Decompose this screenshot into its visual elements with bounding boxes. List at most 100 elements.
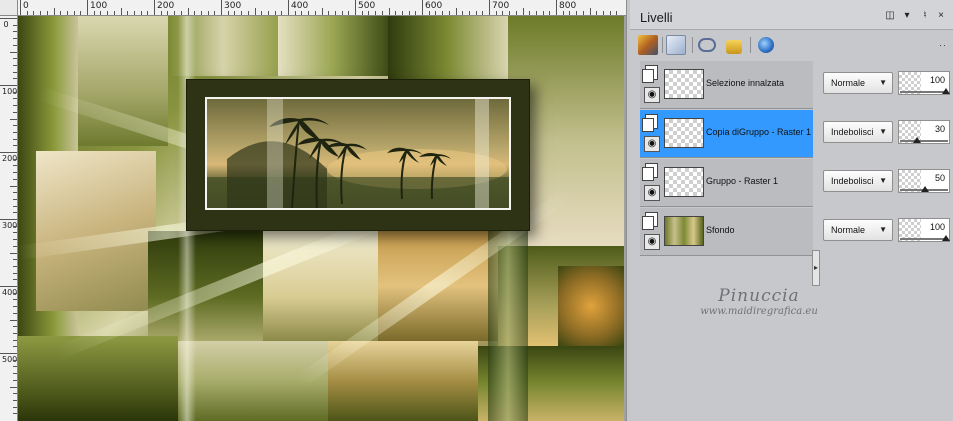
- ruler-minor-tick: [13, 105, 17, 107]
- ruler-minor-tick: [462, 11, 464, 15]
- opacity-slider[interactable]: 100: [898, 218, 950, 242]
- restore-icon[interactable]: ◫: [885, 11, 895, 21]
- layer-controls: ◉: [642, 112, 662, 156]
- collapse-handle[interactable]: ▸: [812, 250, 820, 286]
- opacity-knob[interactable]: [942, 88, 950, 94]
- ruler-minor-tick: [26, 11, 28, 15]
- ruler-major-tick: [154, 0, 155, 15]
- opacity-slider[interactable]: 100: [898, 71, 950, 95]
- chevron-down-icon: ▼: [879, 78, 887, 87]
- ruler-minor-tick: [13, 31, 17, 33]
- layer-row[interactable]: ◉ Copia diGruppo - Raster 1: [640, 110, 813, 158]
- ruler-minor-tick: [10, 319, 17, 321]
- ruler-minor-tick: [522, 8, 524, 15]
- app-window: 0 100 200 300 400 500 600 700 800 0 100 200 300 400 5…: [0, 0, 953, 421]
- eye-icon[interactable]: ◉: [644, 136, 660, 152]
- layers-list: ◉ Selezione innalzata ◉ Copia diGruppo - Ra…: [640, 61, 813, 256]
- ruler-minor-tick: [13, 71, 17, 73]
- ruler-minor-tick: [13, 225, 17, 227]
- layer-type-icon[interactable]: [642, 65, 658, 83]
- eye-icon[interactable]: ◉: [644, 234, 660, 250]
- opacity-knob[interactable]: [942, 235, 950, 241]
- ruler-minor-tick: [13, 292, 17, 294]
- ruler-minor-tick: [13, 172, 17, 174]
- blend-mode-select[interactable]: Indebolisci ▼: [823, 170, 893, 192]
- blend-mode-value: Normale: [831, 225, 866, 235]
- blend-mode-select[interactable]: Normale ▼: [823, 219, 893, 241]
- canvas-image[interactable]: [18, 16, 624, 421]
- layers-toolbar: ··: [630, 31, 953, 59]
- opacity-slider[interactable]: 50: [898, 169, 950, 193]
- layer-brush-icon[interactable]: [638, 35, 658, 55]
- lock-icon[interactable]: [726, 40, 742, 54]
- ruler-minor-tick: [207, 11, 209, 15]
- layer-type-icon[interactable]: [642, 212, 658, 230]
- ruler-minor-tick: [13, 332, 17, 334]
- ruler-minor-tick: [13, 58, 17, 60]
- pin-icon[interactable]: ♮: [920, 11, 930, 21]
- ruler-minor-tick: [247, 11, 249, 15]
- ruler-minor-tick: [274, 11, 276, 15]
- layer-type-icon[interactable]: [642, 114, 658, 132]
- ruler-minor-tick: [368, 11, 370, 15]
- ruler-major-tick: [0, 219, 17, 220]
- ruler-minor-tick: [10, 51, 17, 53]
- ruler-minor-tick: [482, 11, 484, 15]
- ruler-minor-tick: [241, 11, 243, 15]
- ruler-minor-tick: [13, 44, 17, 46]
- toolbar-overflow[interactable]: ··: [939, 40, 947, 50]
- ruler-minor-tick: [100, 11, 102, 15]
- link-icon[interactable]: [698, 38, 716, 52]
- menu-arrow-icon[interactable]: ▾: [902, 11, 912, 21]
- eye-icon[interactable]: ◉: [644, 185, 660, 201]
- new-layer-icon[interactable]: [666, 35, 686, 55]
- ruler-minor-tick: [348, 11, 350, 15]
- layer-row[interactable]: ◉ Sfondo: [640, 208, 813, 256]
- ruler-minor-tick: [13, 312, 17, 314]
- ruler-minor-tick: [569, 11, 571, 15]
- ruler-minor-tick: [107, 11, 109, 15]
- layer-name: Copia diGruppo - Raster 1: [706, 127, 812, 137]
- ruler-minor-tick: [13, 158, 17, 160]
- ruler-label: 400: [2, 288, 18, 297]
- layer-type-icon[interactable]: [642, 163, 658, 181]
- opacity-slider[interactable]: 30: [898, 120, 950, 144]
- layer-thumbnail: [664, 167, 704, 197]
- ruler-minor-tick: [13, 78, 17, 80]
- ruler-minor-tick: [294, 11, 296, 15]
- layer-name: Selezione innalzata: [706, 78, 785, 88]
- toolbar-separator: [750, 37, 751, 53]
- chevron-down-icon: ▼: [879, 127, 887, 136]
- layer-properties-icon[interactable]: [758, 37, 774, 53]
- ruler-major-tick: [0, 18, 17, 19]
- opacity-track: [900, 238, 948, 240]
- ruler-minor-tick: [127, 11, 129, 15]
- ruler-minor-tick: [388, 8, 390, 15]
- ruler-minor-tick: [10, 252, 17, 254]
- ruler-minor-tick: [267, 11, 269, 15]
- layer-controls: ◉: [642, 161, 662, 205]
- ruler-major-tick: [422, 0, 423, 15]
- opacity-value: 100: [929, 222, 945, 232]
- watermark-name: Pinuccia: [718, 286, 800, 306]
- canvas-area[interactable]: 0 100 200 300 400 500 600 700 800 0 100 200 300 400 5…: [0, 0, 626, 421]
- layer-row[interactable]: ◉ Gruppo - Raster 1: [640, 159, 813, 207]
- ruler-minor-tick: [415, 11, 417, 15]
- eye-icon[interactable]: ◉: [644, 87, 660, 103]
- opacity-knob[interactable]: [921, 186, 929, 192]
- ruler-major-tick: [221, 0, 222, 15]
- layer-properties-row: Indebolisci ▼ 50: [820, 159, 953, 207]
- ruler-label: 0: [3, 20, 9, 29]
- ruler-minor-tick: [13, 272, 17, 274]
- blend-mode-value: Indebolisci: [831, 127, 874, 137]
- opacity-knob[interactable]: [913, 137, 921, 143]
- close-icon[interactable]: ×: [936, 11, 946, 21]
- blend-mode-select[interactable]: Normale ▼: [823, 72, 893, 94]
- ruler-minor-tick: [13, 239, 17, 241]
- ruler-minor-tick: [428, 11, 430, 15]
- ruler-minor-tick: [180, 11, 182, 15]
- layer-row[interactable]: ◉ Selezione innalzata: [640, 61, 813, 109]
- ruler-minor-tick: [502, 11, 504, 15]
- blend-mode-select[interactable]: Indebolisci ▼: [823, 121, 893, 143]
- ruler-label: 500: [2, 355, 18, 364]
